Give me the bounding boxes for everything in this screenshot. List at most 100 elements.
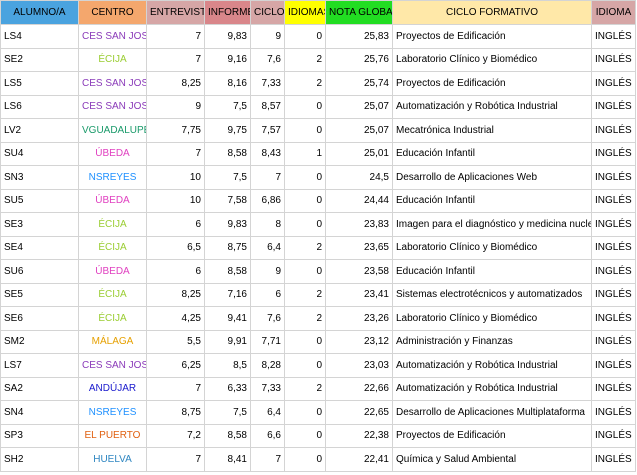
cell-entrevista[interactable]: 6 [146, 212, 205, 237]
cell-idiomas[interactable]: 0 [284, 165, 326, 190]
cell-nota-global[interactable]: 25,83 [325, 24, 393, 49]
cell-idioma[interactable]: INGLÉS [591, 447, 636, 472]
cell-centro[interactable]: ÉCIJA [78, 212, 147, 237]
cell-ciclo-formativo[interactable]: Automatización y Robótica Industrial [392, 94, 592, 119]
cell-ciclo-formativo[interactable]: Educación Infantil [392, 259, 592, 284]
cell-nota-global[interactable]: 25,07 [325, 94, 393, 119]
cell-idioma[interactable]: INGLÉS [591, 188, 636, 213]
cell-alumno[interactable]: SN3 [0, 165, 79, 190]
cell-idioma[interactable]: INGLÉS [591, 212, 636, 237]
cell-nota-global[interactable]: 25,76 [325, 47, 393, 72]
cell-ciclo-formativo[interactable]: Química y Salud Ambiental [392, 447, 592, 472]
cell-centro[interactable]: CES SAN JOSÉ [78, 94, 147, 119]
cell-ciclo-formativo[interactable]: Laboratorio Clínico y Biomédico [392, 306, 592, 331]
cell-alumno[interactable]: SH2 [0, 447, 79, 472]
cell-entrevista[interactable]: 5,5 [146, 329, 205, 354]
cell-informe[interactable]: 7,5 [204, 400, 251, 425]
cell-entrevista[interactable]: 7,75 [146, 118, 205, 143]
cell-nota-global[interactable]: 23,83 [325, 212, 393, 237]
cell-idioma[interactable]: INGLÉS [591, 329, 636, 354]
column-header-informe[interactable]: INFORME [204, 0, 251, 25]
cell-idioma[interactable]: INGLÉS [591, 94, 636, 119]
cell-alumno[interactable]: LS6 [0, 94, 79, 119]
cell-informe[interactable]: 8,58 [204, 141, 251, 166]
cell-ciclo-formativo[interactable]: Proyectos de Edificación [392, 24, 592, 49]
cell-nota-global[interactable]: 23,65 [325, 235, 393, 260]
cell-informe[interactable]: 8,75 [204, 235, 251, 260]
cell-ciclo-formativo[interactable]: Mecatrónica Industrial [392, 118, 592, 143]
cell-alumno[interactable]: LS5 [0, 71, 79, 96]
cell-centro[interactable]: MÁLAGA [78, 329, 147, 354]
cell-ciclo[interactable]: 7 [250, 165, 285, 190]
cell-ciclo-formativo[interactable]: Educación Infantil [392, 188, 592, 213]
cell-nota-global[interactable]: 23,58 [325, 259, 393, 284]
column-header-nota-global[interactable]: NOTA GLOBAL [325, 0, 393, 25]
cell-entrevista[interactable]: 10 [146, 165, 205, 190]
cell-idioma[interactable]: INGLÉS [591, 376, 636, 401]
cell-nota-global[interactable]: 23,26 [325, 306, 393, 331]
cell-idioma[interactable]: INGLÉS [591, 353, 636, 378]
cell-ciclo-formativo[interactable]: Imagen para el diagnóstico y medicina nu… [392, 212, 592, 237]
cell-idiomas[interactable]: 2 [284, 47, 326, 72]
cell-ciclo-formativo[interactable]: Administración y Finanzas [392, 329, 592, 354]
cell-centro[interactable]: ÚBEDA [78, 259, 147, 284]
cell-ciclo[interactable]: 8 [250, 212, 285, 237]
cell-idiomas[interactable]: 2 [284, 235, 326, 260]
cell-ciclo[interactable]: 8,43 [250, 141, 285, 166]
cell-ciclo-formativo[interactable]: Automatización y Robótica Industrial [392, 376, 592, 401]
cell-alumno[interactable]: SN4 [0, 400, 79, 425]
cell-ciclo-formativo[interactable]: Automatización y Robótica Industrial [392, 353, 592, 378]
cell-entrevista[interactable]: 4,25 [146, 306, 205, 331]
cell-informe[interactable]: 9,83 [204, 24, 251, 49]
column-header-centro[interactable]: CENTRO [78, 0, 147, 25]
cell-centro[interactable]: EL PUERTO [78, 423, 147, 448]
cell-centro[interactable]: CES SAN JOSÉ [78, 353, 147, 378]
cell-idioma[interactable]: INGLÉS [591, 141, 636, 166]
cell-centro[interactable]: NSREYES [78, 165, 147, 190]
cell-nota-global[interactable]: 24,44 [325, 188, 393, 213]
column-header-alumno[interactable]: ALUMNO/A [0, 0, 79, 25]
cell-idioma[interactable]: INGLÉS [591, 306, 636, 331]
cell-ciclo[interactable]: 8,28 [250, 353, 285, 378]
cell-entrevista[interactable]: 8,25 [146, 71, 205, 96]
cell-ciclo[interactable]: 6,4 [250, 400, 285, 425]
cell-idioma[interactable]: INGLÉS [591, 165, 636, 190]
cell-idioma[interactable]: INGLÉS [591, 71, 636, 96]
column-header-idiomas[interactable]: IDIOMAS [284, 0, 326, 25]
cell-idiomas[interactable]: 0 [284, 400, 326, 425]
cell-entrevista[interactable]: 7 [146, 447, 205, 472]
cell-alumno[interactable]: LV2 [0, 118, 79, 143]
cell-informe[interactable]: 7,16 [204, 282, 251, 307]
cell-alumno[interactable]: LS4 [0, 24, 79, 49]
cell-informe[interactable]: 9,75 [204, 118, 251, 143]
cell-alumno[interactable]: SU5 [0, 188, 79, 213]
column-header-ciclo-formativo[interactable]: CICLO FORMATIVO [392, 0, 592, 25]
cell-ciclo[interactable]: 6,86 [250, 188, 285, 213]
cell-idiomas[interactable]: 0 [284, 94, 326, 119]
cell-idioma[interactable]: INGLÉS [591, 259, 636, 284]
cell-entrevista[interactable]: 10 [146, 188, 205, 213]
cell-idioma[interactable]: INGLÉS [591, 118, 636, 143]
column-header-ciclo[interactable]: CICLO [250, 0, 285, 25]
cell-nota-global[interactable]: 23,03 [325, 353, 393, 378]
cell-entrevista[interactable]: 6,25 [146, 353, 205, 378]
cell-idioma[interactable]: INGLÉS [591, 423, 636, 448]
cell-centro[interactable]: VGUADALUPE [78, 118, 147, 143]
cell-idiomas[interactable]: 0 [284, 118, 326, 143]
cell-informe[interactable]: 8,41 [204, 447, 251, 472]
cell-alumno[interactable]: SE2 [0, 47, 79, 72]
cell-alumno[interactable]: SP3 [0, 423, 79, 448]
cell-informe[interactable]: 9,16 [204, 47, 251, 72]
cell-informe[interactable]: 9,83 [204, 212, 251, 237]
cell-ciclo[interactable]: 7,71 [250, 329, 285, 354]
cell-nota-global[interactable]: 24,5 [325, 165, 393, 190]
cell-alumno[interactable]: SE5 [0, 282, 79, 307]
cell-centro[interactable]: NSREYES [78, 400, 147, 425]
cell-entrevista[interactable]: 7 [146, 376, 205, 401]
cell-alumno[interactable]: SE6 [0, 306, 79, 331]
cell-entrevista[interactable]: 9 [146, 94, 205, 119]
cell-idioma[interactable]: INGLÉS [591, 47, 636, 72]
cell-ciclo[interactable]: 7,33 [250, 71, 285, 96]
cell-informe[interactable]: 9,91 [204, 329, 251, 354]
cell-informe[interactable]: 8,16 [204, 71, 251, 96]
